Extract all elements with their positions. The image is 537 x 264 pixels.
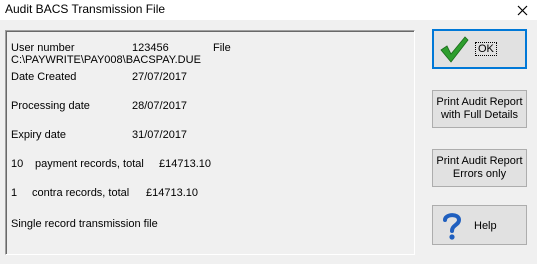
window-title: Audit BACS Transmission File: [5, 2, 166, 16]
expiry-date-value: 31/07/2017: [132, 129, 188, 141]
check-mark-icon: [440, 36, 469, 63]
close-button[interactable]: [507, 0, 537, 20]
payment-total: £14713.10: [159, 158, 211, 170]
help-button[interactable]: Help: [432, 205, 527, 245]
file-path: C:\PAYWRITE\PAY008\BACSPAY.DUE: [11, 54, 201, 66]
footer-note: Single record transmission file: [11, 218, 158, 230]
contra-text: contra records, total: [32, 187, 130, 199]
help-label: Help: [474, 220, 497, 232]
close-icon: [517, 5, 527, 15]
expiry-date-label: Expiry date: [11, 129, 67, 141]
contra-total: £14713.10: [146, 187, 198, 199]
payment-text: payment records, total: [35, 158, 144, 170]
contra-count: 1: [11, 187, 18, 199]
processing-date-value: 28/07/2017: [132, 100, 188, 112]
title-bar: Audit BACS Transmission File: [0, 0, 537, 20]
file-label: File: [213, 42, 231, 54]
payment-count: 10: [11, 158, 24, 170]
date-created-label: Date Created: [11, 71, 77, 83]
print-full-details-button[interactable]: Print Audit Report with Full Details: [432, 90, 527, 128]
print-full-line1: Print Audit Report: [436, 96, 523, 108]
print-errors-line2: Errors only: [452, 168, 507, 180]
ok-label: OK: [475, 42, 497, 56]
print-errors-only-button[interactable]: Print Audit Report Errors only: [432, 149, 527, 187]
ok-button[interactable]: OK: [432, 29, 527, 69]
audit-details-panel: User number 123456 File C:\PAYWRITE\PAY0…: [5, 30, 415, 255]
print-errors-line1: Print Audit Report: [436, 155, 523, 167]
user-number-value: 123456: [132, 42, 169, 54]
date-created-value: 27/07/2017: [132, 71, 188, 83]
processing-date-label: Processing date: [11, 100, 90, 112]
print-full-line2: with Full Details: [440, 109, 519, 121]
question-mark-icon: [443, 213, 462, 240]
user-number-label: User number: [11, 42, 75, 54]
